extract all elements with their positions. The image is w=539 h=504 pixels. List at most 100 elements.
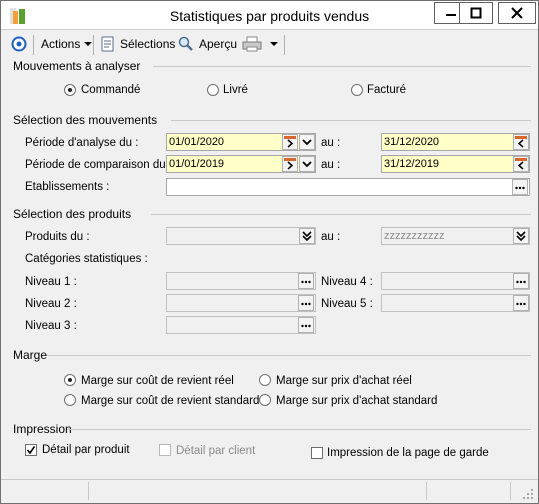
toolbar: Actions Sélections Aperçu [1, 31, 538, 58]
checkbox-page-garde[interactable] [311, 447, 323, 459]
niveau1-input[interactable] [166, 272, 316, 290]
radio-facture-label: Facturé [367, 84, 406, 96]
title-bar[interactable]: Statistiques par produits vendus [1, 1, 538, 30]
date-nav-back-icon [515, 158, 527, 170]
date-nav-icon [284, 158, 296, 170]
radio-commande[interactable] [64, 84, 76, 96]
minimize-icon [446, 14, 456, 16]
document-icon [101, 36, 114, 52]
toolbar-separator [33, 35, 34, 55]
selections-button[interactable]: Sélections [100, 35, 175, 53]
checkbox-detail-produit[interactable] [25, 444, 37, 456]
date-clear-button[interactable] [513, 134, 529, 150]
ellipsis-icon [301, 324, 311, 328]
page-garde-label: Impression de la page de garde [327, 447, 489, 459]
niveau3-label: Niveau 3 : [25, 320, 77, 332]
niveau4-label: Niveau 4 : [321, 276, 373, 288]
radio-facture[interactable] [351, 84, 363, 96]
niveau5-label: Niveau 5 : [321, 298, 373, 310]
toolbar-separator [284, 35, 285, 55]
produits-du-label: Produits du : [25, 231, 90, 243]
section-divider [67, 429, 531, 430]
selections-label: Sélections [120, 37, 176, 51]
radio-marge-cout-reel[interactable] [64, 374, 76, 386]
date-clear-button[interactable] [282, 156, 298, 172]
double-chevron-down-icon [302, 231, 312, 242]
date-clear-button[interactable] [513, 156, 529, 172]
niveau4-input[interactable] [381, 272, 530, 290]
detail-client-label: Détail par client [176, 445, 256, 457]
print-button[interactable] [242, 35, 279, 53]
produits-du-dropdown-button[interactable] [299, 228, 315, 244]
radio-livre[interactable] [207, 84, 219, 96]
niveau5-lookup-button[interactable] [513, 295, 529, 311]
actions-label: Actions [41, 37, 81, 51]
status-cell [427, 482, 511, 500]
navigate-button[interactable] [11, 35, 27, 53]
periode-comparaison-label: Période de comparaison du : [25, 159, 173, 171]
printer-icon [242, 36, 262, 52]
ellipsis-icon [515, 186, 525, 190]
section-mouvements-title: Mouvements à analyser [13, 59, 141, 73]
magnifier-icon [178, 36, 193, 51]
ellipsis-icon [516, 280, 526, 284]
status-cell [3, 482, 89, 500]
date-dropdown-button[interactable] [299, 156, 315, 172]
niveau3-lookup-button[interactable] [298, 317, 314, 333]
actions-menu-button[interactable]: Actions [41, 35, 93, 53]
checkbox-detail-client[interactable] [159, 444, 171, 456]
radio-marge-cout-standard[interactable] [64, 394, 76, 406]
ellipsis-icon [301, 280, 311, 284]
radio-marge-achat-standard[interactable] [259, 394, 271, 406]
niveau1-label: Niveau 1 : [25, 276, 77, 288]
produits-au-dropdown-button[interactable] [513, 228, 529, 244]
detail-produit-label: Détail par produit [42, 444, 130, 456]
target-icon [11, 36, 27, 52]
apercu-label: Aperçu [199, 37, 238, 51]
periode-analyse-label: Période d'analyse du : [25, 137, 139, 149]
checkmark-icon [26, 446, 36, 455]
maximize-button[interactable] [459, 2, 493, 24]
niveau2-label: Niveau 2 : [25, 298, 77, 310]
toolbar-separator [93, 35, 94, 55]
close-icon [511, 7, 523, 19]
ellipsis-icon [516, 302, 526, 306]
radio-marge-achat-standard-label: Marge sur prix d'achat standard [276, 395, 438, 407]
status-bar [1, 479, 538, 503]
produits-au-input[interactable]: zzzzzzzzzzz [381, 227, 530, 245]
chevron-down-icon [270, 42, 278, 46]
categories-label: Catégories statistiques : [25, 253, 148, 265]
niveau2-lookup-button[interactable] [298, 295, 314, 311]
maximize-icon [470, 7, 482, 19]
etablissements-input[interactable] [166, 178, 530, 196]
dialog-window: Statistiques par produits vendus Actions… [0, 0, 539, 504]
niveau2-input[interactable] [166, 294, 316, 312]
section-selection-produits-title: Sélection des produits [13, 207, 132, 221]
niveau4-lookup-button[interactable] [513, 273, 529, 289]
niveau5-input[interactable] [381, 294, 530, 312]
periode-analyse-to-input[interactable]: 31/12/2020 [381, 133, 530, 151]
niveau1-lookup-button[interactable] [298, 273, 314, 289]
periode-comparaison-to-input[interactable]: 31/12/2019 [381, 155, 530, 173]
resize-grip-icon[interactable] [522, 488, 534, 500]
radio-marge-cout-standard-label: Marge sur coût de revient standard [81, 395, 260, 407]
niveau3-input[interactable] [166, 316, 316, 334]
chevron-down-icon [84, 42, 93, 46]
etablissements-lookup-button[interactable] [512, 179, 528, 195]
apercu-button[interactable]: Aperçu [178, 35, 237, 53]
section-divider [153, 66, 531, 67]
produits-du-input[interactable] [166, 227, 316, 245]
chevron-down-icon [302, 161, 312, 168]
radio-livre-label: Livré [223, 84, 248, 96]
au-label: au : [321, 159, 341, 171]
date-nav-back-icon [515, 136, 527, 148]
etablissements-label: Etablissements : [25, 181, 110, 193]
section-selection-mouvements-title: Sélection des mouvements [13, 113, 158, 127]
date-dropdown-button[interactable] [299, 134, 315, 150]
radio-marge-achat-reel[interactable] [259, 374, 271, 386]
date-clear-button[interactable] [282, 134, 298, 150]
date-nav-icon [284, 136, 296, 148]
close-button[interactable] [498, 2, 536, 24]
radio-marge-achat-reel-label: Marge sur prix d'achat réel [276, 375, 412, 387]
chevron-down-icon [302, 139, 312, 146]
